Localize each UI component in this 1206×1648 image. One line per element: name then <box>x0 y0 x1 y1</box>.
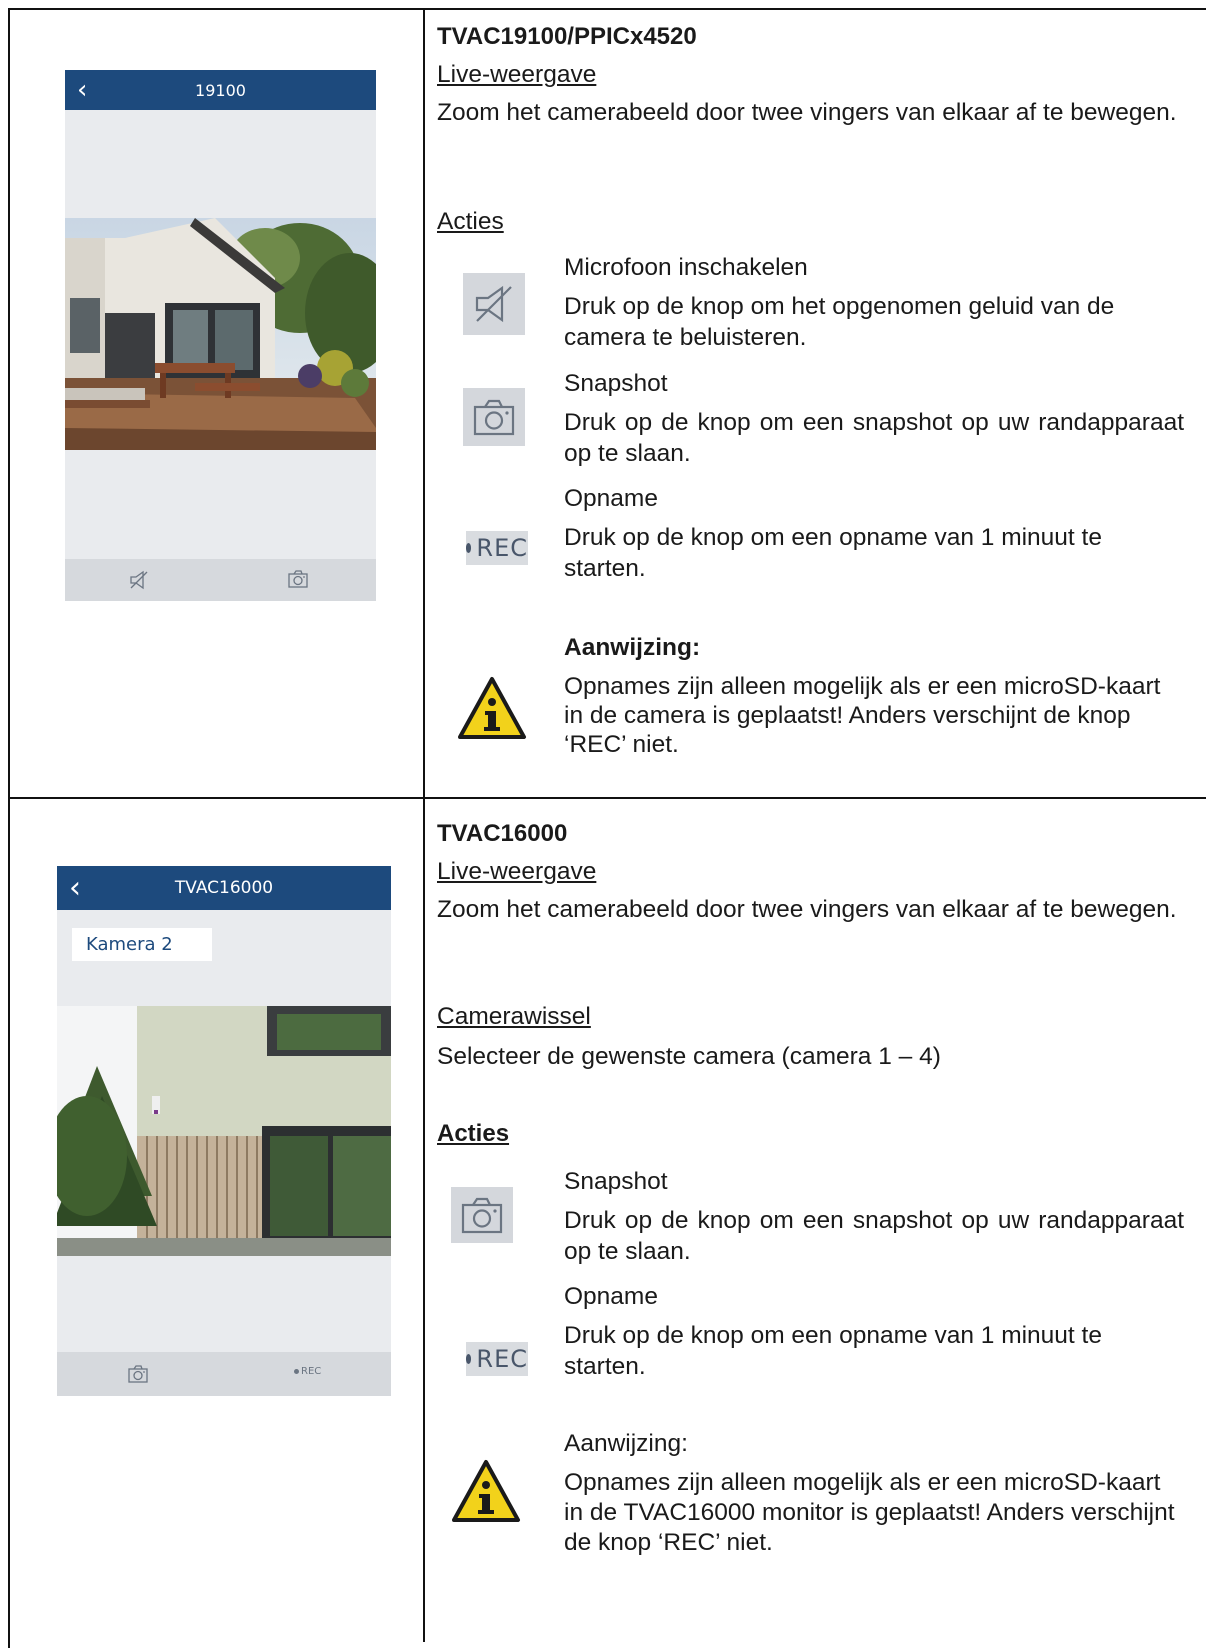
camera-icon <box>461 1197 503 1234</box>
camera-icon[interactable] <box>287 569 309 589</box>
camera-live-image <box>57 1006 391 1256</box>
row-divider <box>8 797 1206 799</box>
rec-label: REC <box>301 1366 322 1377</box>
app-title-bar: ‹ TVAC16000 <box>57 866 391 910</box>
note-block-2: Aanwijzing: Opnames zijn alleen mogelijk… <box>564 1428 1184 1558</box>
column-divider <box>423 8 425 1642</box>
rec-button-icon: REC <box>466 531 528 565</box>
mic-title: Microfoon inschakelen <box>564 254 808 281</box>
snapshot-title: Snapshot <box>564 1168 668 1195</box>
snapshot-button-icon <box>463 388 525 446</box>
mic-button-icon <box>463 273 525 335</box>
back-chevron-icon[interactable]: ‹ <box>77 75 87 105</box>
snapshot-action-2: Snapshot Druk op de knop om een snapshot… <box>564 1166 1184 1267</box>
note-title: Aanwijzing: <box>564 1430 688 1457</box>
mic-text: Druk op de knop om het opgenomen geluid … <box>564 293 1115 351</box>
snapshot-action: Snapshot Druk op de knop om een snapshot… <box>564 368 1184 469</box>
document-page: ‹ 19100 TVAC19100/PPICx4520 Live-weergav… <box>0 0 1206 1648</box>
record-action-2: Opname Druk op de knop om een opname van… <box>564 1281 1184 1382</box>
camera-icon[interactable] <box>127 1364 149 1384</box>
note-title: Aanwijzing: <box>564 634 701 661</box>
rec-button-icon: REC <box>466 1342 528 1376</box>
section2-title: TVAC16000 <box>437 820 568 847</box>
record-dot-icon <box>466 543 472 553</box>
section2-switch-heading: Camerawissel <box>437 1003 591 1030</box>
record-text: Druk op de knop om een opname van 1 minu… <box>564 524 1102 582</box>
section1-live-heading: Live-weergave <box>437 61 597 88</box>
app-title-bar: ‹ 19100 <box>65 70 376 110</box>
snapshot-button-icon <box>451 1187 513 1243</box>
section2-live-heading: Live-weergave <box>437 858 597 885</box>
section1-title: TVAC19100/PPICx4520 <box>437 23 697 50</box>
snapshot-text: Druk op de knop om een snapshot op uw ra… <box>564 1207 1184 1265</box>
camera-icon <box>473 399 515 436</box>
microphone-muted-icon[interactable] <box>128 569 150 591</box>
note-block: Aanwijzing: Opnames zijn alleen mogelijk… <box>564 632 1184 759</box>
section1-actions-heading: Acties <box>437 208 504 235</box>
note-text: Opnames zijn alleen mogelijk als er een … <box>564 673 1161 758</box>
rec-label: REC <box>476 1345 528 1373</box>
action-tray <box>65 559 376 601</box>
record-dot-icon <box>466 1354 472 1364</box>
section2-actions-heading: Acties <box>437 1120 510 1147</box>
back-chevron-icon[interactable]: ‹ <box>69 871 81 906</box>
mic-action: Microfoon inschakelen Druk op de knop om… <box>564 252 1184 353</box>
section2-switch-text: Selecteer de gewenste camera (camera 1 –… <box>437 1043 941 1070</box>
app-title: 19100 <box>195 80 246 100</box>
snapshot-title: Snapshot <box>564 370 668 397</box>
warning-info-icon <box>452 1460 520 1522</box>
phone-screenshot-19100: ‹ 19100 <box>65 70 376 601</box>
record-text: Druk op de knop om een opname van 1 minu… <box>564 1322 1102 1380</box>
rec-label: REC <box>476 534 528 562</box>
record-action: Opname Druk op de knop om een opname van… <box>564 483 1184 584</box>
app-title: TVAC16000 <box>174 878 274 898</box>
note-text: Opnames zijn alleen mogelijk als er een … <box>564 1469 1175 1556</box>
rec-button[interactable]: REC <box>294 1366 321 1377</box>
section2-live-text: Zoom het camerabeeld door twee vingers v… <box>437 896 1177 923</box>
snapshot-text: Druk op de knop om een snapshot op uw ra… <box>564 409 1184 467</box>
warning-info-icon <box>458 677 526 739</box>
record-title: Opname <box>564 485 658 512</box>
record-dot-icon <box>294 1369 299 1374</box>
section1-live-text: Zoom het camerabeeld door twee vingers v… <box>437 99 1177 126</box>
action-tray: REC <box>57 1352 391 1396</box>
microphone-muted-icon <box>475 285 512 323</box>
camera-live-image <box>65 218 376 450</box>
phone-screenshot-tvac16000: ‹ TVAC16000 Kamera 2 REC <box>57 866 391 1396</box>
record-title: Opname <box>564 1283 658 1310</box>
camera-select[interactable]: Kamera 2 <box>72 928 212 961</box>
